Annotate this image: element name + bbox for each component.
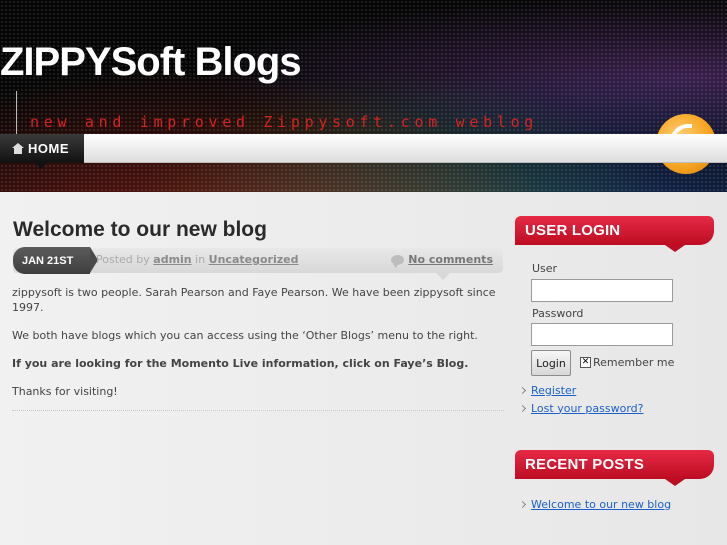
active-nav-pointer bbox=[35, 163, 47, 169]
chevron-right-icon bbox=[518, 404, 527, 412]
chevron-right-icon bbox=[518, 386, 527, 394]
author-link[interactable]: admin bbox=[153, 253, 191, 266]
list-item: Register bbox=[518, 381, 644, 399]
recent-posts-heading: RECENT POSTS bbox=[515, 450, 714, 486]
remember-me-checkbox[interactable]: ✕ bbox=[580, 357, 591, 368]
home-icon bbox=[12, 143, 24, 154]
remember-me: ✕ Remember me bbox=[580, 356, 674, 369]
comments: No comments bbox=[391, 253, 493, 268]
post-paragraph: We both have blogs which you can access … bbox=[12, 329, 478, 342]
site-tagline: new and improved Zippysoft.com weblog bbox=[30, 113, 539, 131]
user-login-heading: USER LOGIN bbox=[515, 216, 714, 252]
nav-item-home[interactable]: HOME bbox=[0, 134, 84, 163]
post-body: zippysoft is two people. Sarah Pearson a… bbox=[12, 285, 504, 412]
recent-post-link[interactable]: Welcome to our new blog bbox=[531, 498, 671, 511]
remember-me-label: Remember me bbox=[593, 356, 675, 369]
comments-link[interactable]: No comments bbox=[408, 253, 493, 266]
post-paragraph-highlight: If you are looking for the Momento Live … bbox=[12, 357, 469, 370]
site-header: ZIPPYSoft Blogs new and improved Zippyso… bbox=[0, 0, 727, 192]
list-item: Welcome to our new blog bbox=[518, 495, 671, 513]
post-title[interactable]: Welcome to our new blog bbox=[13, 218, 267, 242]
comment-bubble-icon bbox=[391, 254, 405, 268]
login-button[interactable]: Login bbox=[531, 350, 571, 376]
list-item: Lost your password? bbox=[518, 399, 644, 417]
chevron-right-icon bbox=[518, 500, 527, 508]
category-link[interactable]: Uncategorized bbox=[209, 253, 299, 266]
user-login-heading-text: USER LOGIN bbox=[525, 222, 621, 239]
recent-posts-heading-text: RECENT POSTS bbox=[525, 456, 645, 473]
username-input[interactable] bbox=[531, 279, 673, 302]
login-links: Register Lost your password? bbox=[518, 381, 644, 417]
lost-password-link[interactable]: Lost your password? bbox=[531, 402, 644, 415]
post-divider bbox=[12, 410, 504, 411]
site-title[interactable]: ZIPPYSoft Blogs bbox=[0, 40, 302, 85]
post-date-badge: JAN 21ST bbox=[13, 247, 98, 274]
posted-by-label: Posted by bbox=[96, 253, 150, 266]
recent-posts-list: Welcome to our new blog bbox=[518, 495, 671, 513]
register-link[interactable]: Register bbox=[531, 384, 576, 397]
main-nav: HOME bbox=[0, 134, 727, 169]
meta-pointer bbox=[436, 273, 450, 280]
tagline-divider bbox=[16, 91, 17, 135]
nav-item-home-label: HOME bbox=[28, 141, 69, 156]
in-label: in bbox=[195, 253, 206, 266]
post-meta: Posted by admin in Uncategorized bbox=[96, 253, 298, 266]
post-paragraph: Thanks for visiting! bbox=[12, 385, 118, 398]
user-label: User bbox=[532, 262, 558, 275]
post-paragraph: zippysoft is two people. Sarah Pearson a… bbox=[12, 286, 496, 314]
post-date: JAN 21ST bbox=[22, 254, 74, 267]
password-input[interactable] bbox=[531, 323, 673, 346]
password-label: Password bbox=[532, 307, 584, 320]
